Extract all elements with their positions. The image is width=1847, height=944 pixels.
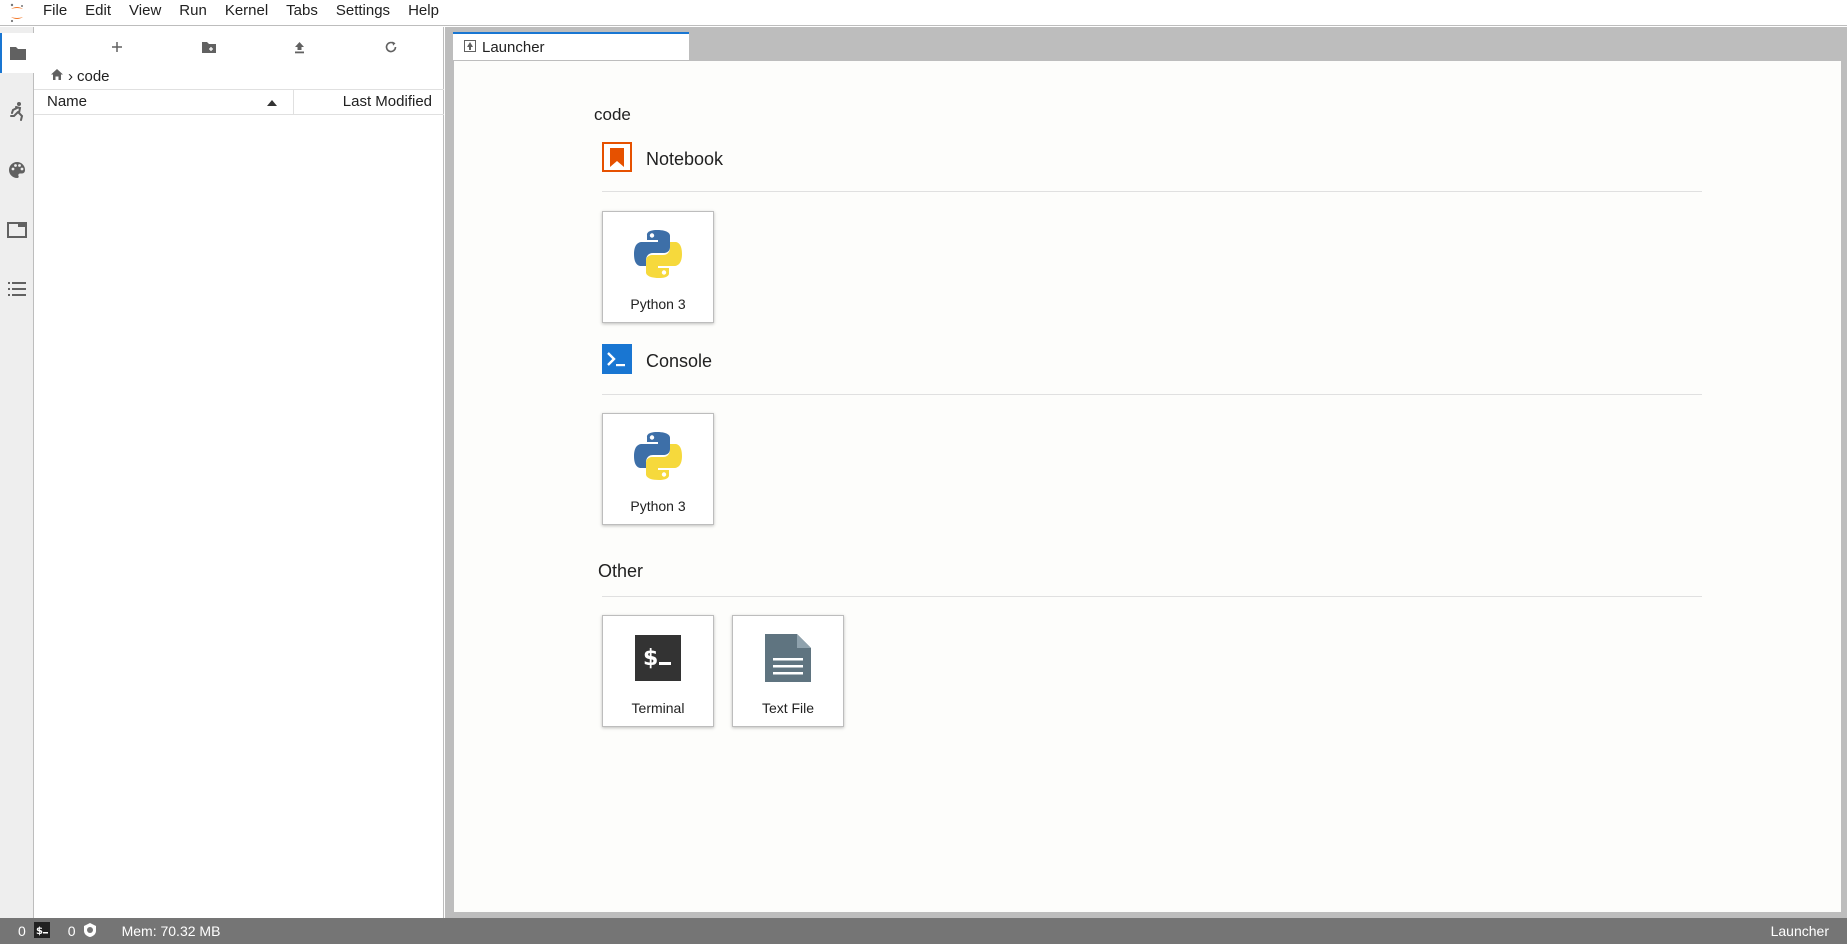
refresh-icon[interactable] xyxy=(377,35,405,59)
menu-help[interactable]: Help xyxy=(399,0,448,26)
activity-bar xyxy=(0,27,34,918)
launcher-icon xyxy=(464,39,476,56)
palette-icon[interactable] xyxy=(0,150,33,190)
folder-icon[interactable] xyxy=(0,33,34,73)
console-python3-label: Python 3 xyxy=(630,498,686,514)
home-icon[interactable] xyxy=(50,68,64,85)
kernels-count: 0 xyxy=(18,923,26,939)
notebook-section-title: Notebook xyxy=(646,149,724,169)
notebook-python3-card[interactable]: Python 3 xyxy=(602,211,714,323)
terminals-status[interactable]: 0 xyxy=(68,918,98,944)
tab-launcher-label: Launcher xyxy=(482,39,545,56)
tabs-icon[interactable] xyxy=(0,210,33,250)
console-section-divider xyxy=(602,394,1702,395)
status-bar: 0 $ 0 Mem: 70.32 MB Launcher xyxy=(0,918,1847,944)
notebook-section-divider xyxy=(602,191,1702,192)
menu-edit[interactable]: Edit xyxy=(76,0,120,26)
menu-settings[interactable]: Settings xyxy=(327,0,399,26)
running-icon[interactable] xyxy=(0,91,33,131)
menu-view[interactable]: View xyxy=(120,0,170,26)
other-section-header: Other xyxy=(598,561,643,582)
terminal-label: Terminal xyxy=(631,700,685,716)
console-section-title: Console xyxy=(646,351,713,371)
tab-bar: Launcher xyxy=(452,32,1847,61)
sort-ascending-icon xyxy=(267,100,277,106)
console-python3-card[interactable]: Python 3 xyxy=(602,413,714,525)
column-header-name-label: Name xyxy=(47,93,88,110)
svg-text:$: $ xyxy=(643,646,658,671)
column-header-name[interactable]: Name xyxy=(34,90,294,114)
terminal-icon: $ xyxy=(630,630,686,686)
python-logo-icon xyxy=(630,226,686,282)
text-file-icon xyxy=(760,630,816,686)
menu-file[interactable]: File xyxy=(34,0,76,26)
toc-icon[interactable] xyxy=(0,269,33,309)
breadcrumb: › code xyxy=(50,64,110,88)
console-section-icon xyxy=(602,344,632,379)
status-active-tab: Launcher xyxy=(1770,923,1829,939)
notebook-python3-label: Python 3 xyxy=(630,296,686,312)
terminal-status-icon: $ xyxy=(33,921,50,941)
menu-run[interactable]: Run xyxy=(170,0,216,26)
text-file-label: Text File xyxy=(761,700,815,716)
launcher-panel: code Notebook Python 3 Console Python 3 … xyxy=(453,60,1841,912)
other-section-divider xyxy=(602,596,1702,597)
kernel-status-icon xyxy=(82,922,98,941)
notebook-section-header: Notebook xyxy=(602,142,723,177)
notebook-section-icon xyxy=(602,142,632,177)
file-browser-panel: › code Name Last Modified xyxy=(34,27,444,918)
text-file-card[interactable]: Text File xyxy=(732,615,844,727)
breadcrumb-current-folder[interactable]: code xyxy=(77,68,110,85)
tab-launcher[interactable]: Launcher xyxy=(453,32,689,61)
jupyter-logo-icon[interactable] xyxy=(0,0,34,26)
terminal-card[interactable]: $ Terminal xyxy=(602,615,714,727)
other-section-title: Other xyxy=(598,561,644,581)
console-section-header: Console xyxy=(602,344,712,379)
python-logo-icon xyxy=(630,428,686,484)
file-browser-toolbar xyxy=(34,31,444,63)
breadcrumb-separator: › xyxy=(68,67,73,85)
menu-bar: File Edit View Run Kernel Tabs Settings … xyxy=(0,0,1847,26)
terminals-count: 0 xyxy=(67,923,76,939)
launcher-cwd: code xyxy=(594,105,631,124)
menu-kernel[interactable]: Kernel xyxy=(216,0,277,26)
column-header-last-modified[interactable]: Last Modified xyxy=(294,90,444,114)
svg-text:$: $ xyxy=(36,926,43,937)
new-folder-icon[interactable] xyxy=(195,35,223,59)
upload-icon[interactable] xyxy=(285,35,313,59)
new-launcher-icon[interactable] xyxy=(103,35,131,59)
file-list-header: Name Last Modified xyxy=(34,89,444,115)
menu-tabs[interactable]: Tabs xyxy=(277,0,327,26)
memory-usage: Mem: 70.32 MB xyxy=(121,923,221,939)
kernels-status[interactable]: 0 $ xyxy=(18,918,50,944)
